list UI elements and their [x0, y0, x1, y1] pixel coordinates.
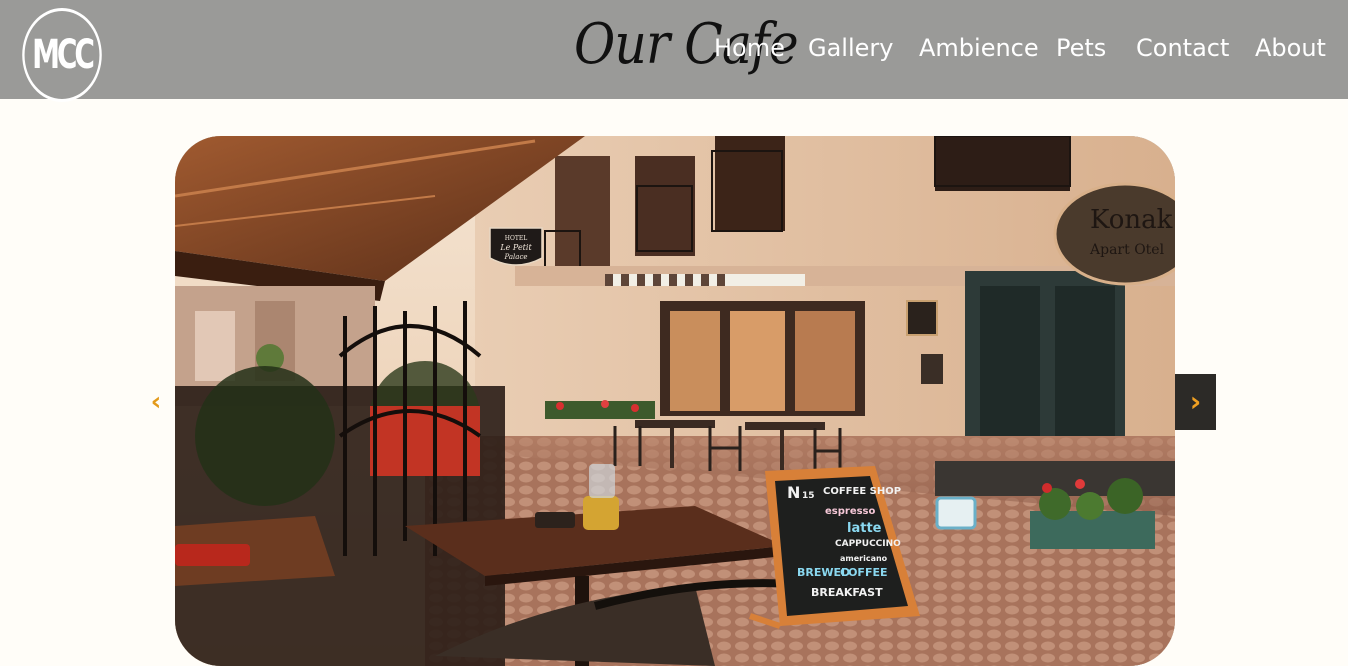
chalkboard-title: COFFEE SHOP	[823, 486, 901, 497]
nav-link-ambience[interactable]: Ambience	[919, 34, 1039, 62]
carousel-slide: N 15 COFFEE SHOP espresso latte CAPPUCCI…	[175, 136, 1175, 666]
chalkboard-item-americano: americano	[840, 554, 888, 563]
navbar: MCC Our Cafe Home Gallery Ambience Pets …	[0, 0, 1348, 102]
round-sign-name: Konak	[1090, 205, 1173, 235]
chalkboard-number-value: 15	[802, 491, 815, 501]
carousel-prev-button[interactable]: ‹	[144, 384, 168, 420]
hotel-sign-label: HOTEL	[505, 235, 528, 242]
hotel-sign-name-2: Palace	[503, 253, 527, 261]
nav-link-contact[interactable]: Contact	[1136, 34, 1229, 62]
chalkboard-item-latte: latte	[847, 521, 882, 536]
carousel-next-button[interactable]: ›	[1175, 374, 1216, 430]
nav-link-home[interactable]: Home	[714, 34, 785, 62]
round-sign-subtitle: Apart Otel	[1089, 242, 1165, 258]
nav-menu: Home Gallery Ambience Pets Contact About	[0, 34, 1348, 74]
cafe-street-photo: N 15 COFFEE SHOP espresso latte CAPPUCCI…	[175, 136, 1175, 666]
nav-link-about[interactable]: About	[1255, 34, 1326, 62]
chalkboard-item-cappuccino: CAPPUCCINO	[835, 539, 901, 549]
nav-link-gallery[interactable]: Gallery	[808, 34, 893, 62]
chalkboard-coffee: COFFEE	[840, 566, 887, 579]
nav-link-pets[interactable]: Pets	[1056, 34, 1106, 62]
chalkboard-breakfast: BREAKFAST	[811, 586, 883, 599]
chalkboard-item-espresso: espresso	[825, 506, 876, 517]
hotel-sign-name: Le Petit	[499, 243, 532, 252]
chalkboard-number: N	[787, 483, 800, 502]
